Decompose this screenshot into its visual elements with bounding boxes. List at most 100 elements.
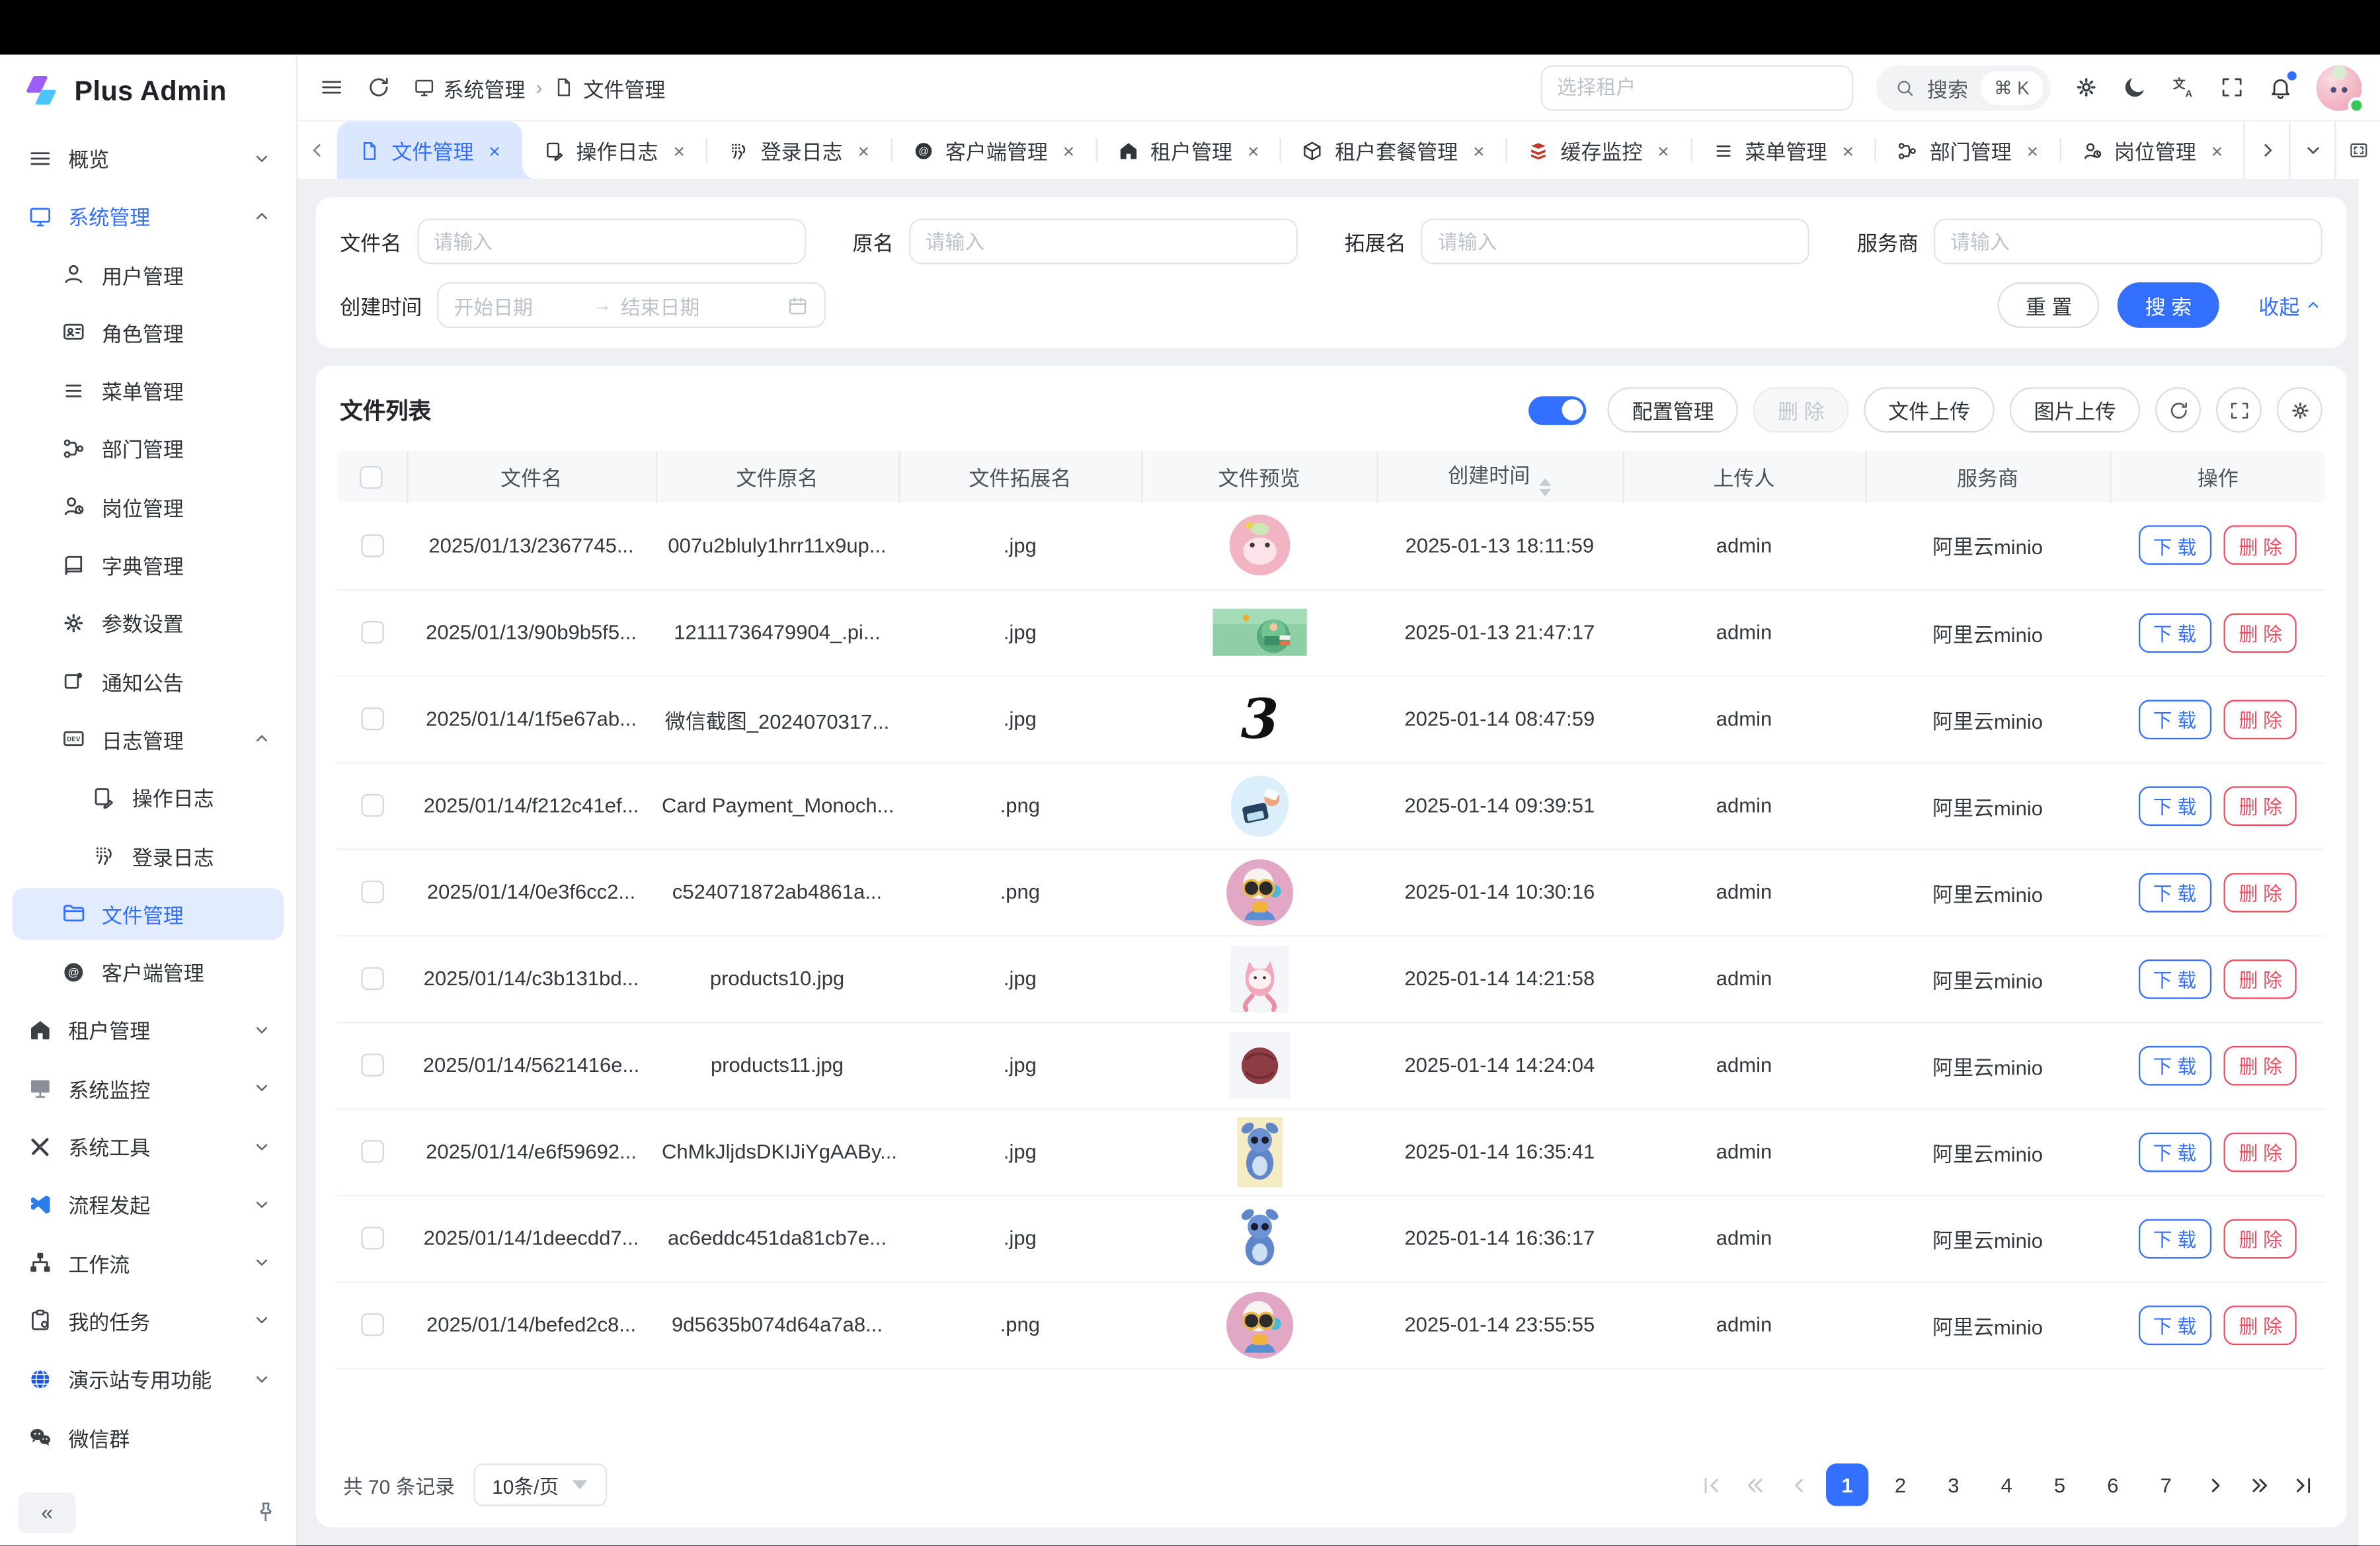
scrollbar-gutter[interactable]: [2359, 179, 2380, 1546]
download-button[interactable]: 下 载: [2138, 1045, 2211, 1085]
sidebar-item-user-management[interactable]: 用户管理: [12, 249, 284, 300]
row-delete-button[interactable]: 删 除: [2224, 959, 2297, 998]
close-icon[interactable]: ×: [1473, 140, 1484, 160]
sidebar-item-post-management[interactable]: 岗位管理: [12, 481, 284, 532]
download-button[interactable]: 下 载: [2138, 699, 2211, 739]
select-all-checkbox[interactable]: [360, 466, 383, 489]
next-ten-button[interactable]: [2242, 1464, 2276, 1506]
sidebar-item-client-management[interactable]: @客户端管理: [12, 946, 284, 998]
download-button[interactable]: 下 载: [2138, 1305, 2211, 1344]
row-checkbox[interactable]: [360, 1314, 383, 1336]
sidebar-item-demo-features[interactable]: 演示站专用功能: [12, 1353, 284, 1404]
page-button-4[interactable]: 4: [1985, 1464, 2028, 1506]
row-checkbox[interactable]: [360, 1141, 383, 1163]
file-thumbnail[interactable]: [1212, 609, 1306, 656]
file-thumbnail[interactable]: [1229, 515, 1290, 576]
refresh-list-button[interactable]: [2155, 387, 2201, 432]
file-thumbnail[interactable]: [1229, 1032, 1290, 1098]
sidebar-item-overview[interactable]: 概览: [12, 132, 284, 184]
tab-file-management[interactable]: 文件管理×: [337, 122, 522, 179]
breadcrumb-item-file-management[interactable]: 文件管理: [553, 72, 666, 102]
file-thumbnail[interactable]: [1236, 1117, 1282, 1187]
sidebar-item-log-management[interactable]: DEV日志管理: [12, 713, 284, 765]
search-button[interactable]: 搜 索: [2118, 282, 2219, 328]
first-page-button[interactable]: [1694, 1464, 1727, 1506]
sidebar-item-notice[interactable]: 通知公告: [12, 655, 284, 707]
sidebar-item-dict-management[interactable]: 字典管理: [12, 539, 284, 590]
page-size-select[interactable]: 10条/页: [473, 1464, 607, 1506]
page-button-6[interactable]: 6: [2092, 1464, 2134, 1506]
breadcrumb-item-system-management[interactable]: 系统管理: [413, 72, 525, 102]
sidebar-item-login-log[interactable]: 登录日志: [12, 830, 284, 881]
download-button[interactable]: 下 载: [2138, 612, 2211, 652]
global-search-button[interactable]: 搜索 ⌘ K: [1876, 65, 2051, 110]
tab-operation-log[interactable]: 操作日志×: [522, 122, 706, 179]
tab-post-management[interactable]: 岗位管理×: [2059, 122, 2243, 179]
download-button[interactable]: 下 载: [2138, 872, 2211, 912]
close-icon[interactable]: ×: [673, 140, 684, 160]
sidebar-item-process-start[interactable]: 流程发起: [12, 1178, 284, 1230]
collapse-filters-link[interactable]: 收起: [2258, 290, 2322, 321]
row-checkbox[interactable]: [360, 881, 383, 904]
file-thumbnail[interactable]: 3: [1226, 688, 1292, 749]
column-settings-button[interactable]: [2277, 387, 2322, 432]
file-thumbnail[interactable]: [1226, 1291, 1292, 1358]
row-checkbox[interactable]: [360, 535, 383, 557]
download-button[interactable]: 下 载: [2138, 526, 2211, 565]
reset-button[interactable]: 重 置: [1999, 282, 2100, 328]
hamburger-menu-icon[interactable]: [319, 75, 344, 101]
row-delete-button[interactable]: 删 除: [2224, 612, 2297, 652]
config-management-button[interactable]: 配置管理: [1608, 387, 1738, 432]
avatar[interactable]: [2317, 65, 2362, 110]
close-icon[interactable]: ×: [489, 140, 500, 160]
file-thumbnail[interactable]: [1230, 945, 1288, 1012]
tab-dept-management[interactable]: 部门管理×: [1875, 122, 2059, 179]
tab-client-management[interactable]: @客户端管理×: [891, 122, 1095, 179]
sidebar-item-param-settings[interactable]: 参数设置: [12, 597, 284, 649]
sidebar-item-file-management[interactable]: 文件管理: [12, 888, 284, 940]
sidebar-item-menu-management[interactable]: 菜单管理: [12, 364, 284, 416]
row-delete-button[interactable]: 删 除: [2224, 1045, 2297, 1085]
gear-icon[interactable]: [2073, 75, 2099, 101]
sidebar-item-dept-management[interactable]: 部门管理: [12, 423, 284, 474]
column-header[interactable]: 创建时间: [1376, 451, 1622, 503]
prev-ten-button[interactable]: [1738, 1464, 1772, 1506]
tabs-dropdown-icon[interactable]: [2289, 122, 2334, 179]
file-upload-button[interactable]: 文件上传: [1864, 387, 1994, 432]
row-checkbox[interactable]: [360, 708, 383, 731]
last-page-button[interactable]: [2286, 1464, 2320, 1506]
row-checkbox[interactable]: [360, 968, 383, 991]
pin-icon[interactable]: [253, 1500, 278, 1525]
sidebar-item-system-monitor[interactable]: 系统监控: [12, 1063, 284, 1114]
page-button-3[interactable]: 3: [1932, 1464, 1975, 1506]
download-button[interactable]: 下 载: [2138, 959, 2211, 998]
sidebar-item-my-tasks[interactable]: 我的任务: [12, 1295, 284, 1346]
row-checkbox[interactable]: [360, 795, 383, 817]
close-icon[interactable]: ×: [1063, 140, 1074, 160]
close-icon[interactable]: ×: [2027, 140, 2038, 160]
sidebar-item-partial-item[interactable]: [12, 1469, 284, 1479]
tabs-scroll-left-icon[interactable]: [298, 122, 337, 179]
close-icon[interactable]: ×: [1657, 140, 1669, 160]
page-button-1[interactable]: 1: [1826, 1464, 1868, 1506]
expand-list-button[interactable]: [2216, 387, 2262, 432]
tabs-scroll-right-icon[interactable]: [2243, 122, 2289, 179]
provider-input[interactable]: [1934, 219, 2322, 264]
close-icon[interactable]: ×: [1248, 140, 1259, 160]
row-delete-button[interactable]: 删 除: [2224, 872, 2297, 912]
file-name-input[interactable]: [416, 219, 805, 264]
fullscreen-icon[interactable]: [2219, 75, 2245, 101]
sidebar-item-tenant-management[interactable]: 租户管理: [12, 1004, 284, 1056]
sidebar-item-role-management[interactable]: 角色管理: [12, 307, 284, 358]
tab-login-log[interactable]: 登录日志×: [706, 122, 891, 179]
row-checkbox[interactable]: [360, 622, 383, 644]
image-upload-button[interactable]: 图片上传: [2010, 387, 2140, 432]
close-icon[interactable]: ×: [858, 140, 869, 160]
preview-toggle[interactable]: [1529, 395, 1587, 425]
tab-cache-monitor[interactable]: 缓存监控×: [1506, 122, 1690, 179]
refresh-icon[interactable]: [366, 75, 391, 101]
file-thumbnail[interactable]: [1235, 1205, 1283, 1272]
close-icon[interactable]: ×: [2211, 140, 2223, 160]
sidebar-item-operation-log[interactable]: 操作日志: [12, 772, 284, 823]
row-delete-button[interactable]: 删 除: [2224, 699, 2297, 739]
